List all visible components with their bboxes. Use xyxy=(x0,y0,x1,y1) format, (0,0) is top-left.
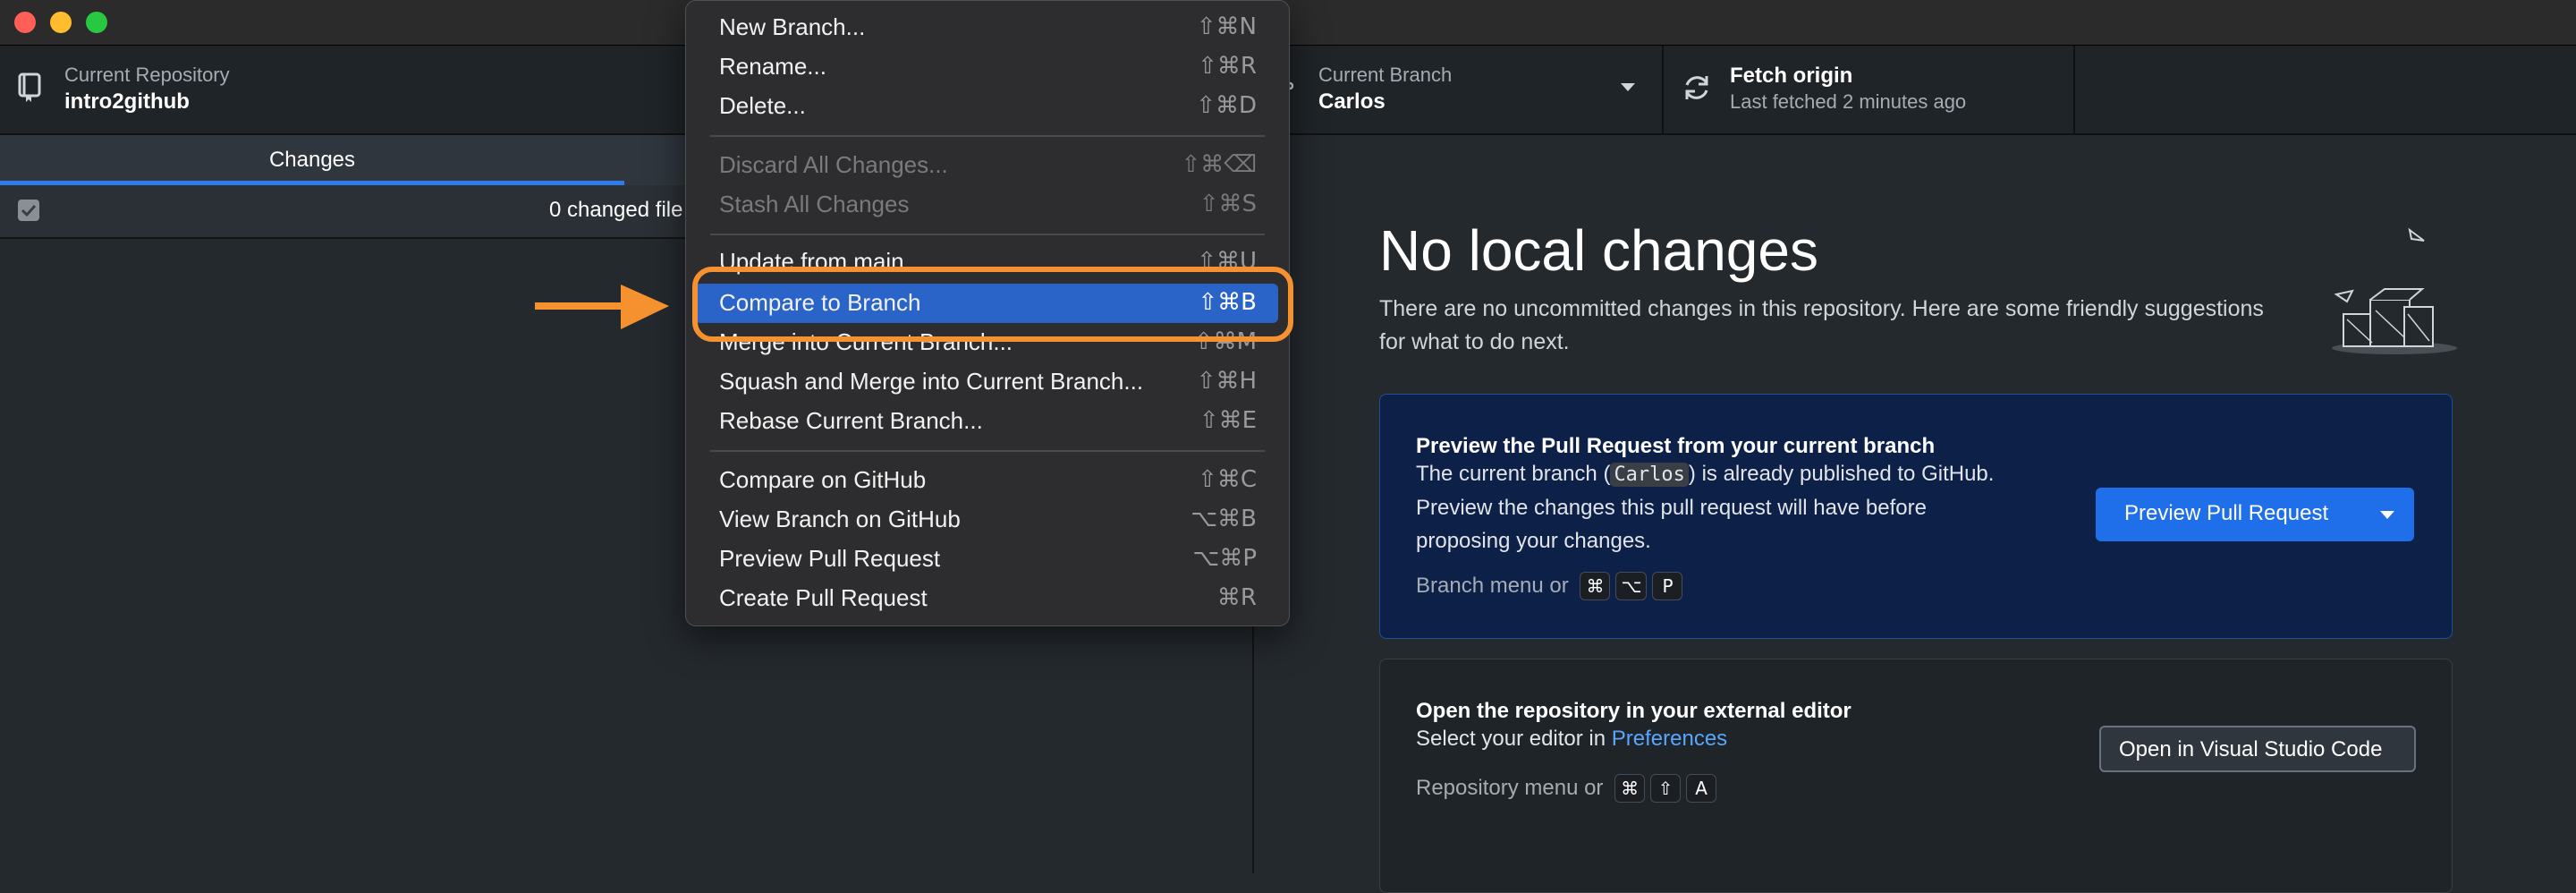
open-editor-card: Open the repository in your external edi… xyxy=(1379,659,2453,893)
empty-state-illustration xyxy=(2332,227,2457,354)
current-branch-selector[interactable]: Current Branch Carlos xyxy=(1254,46,1664,133)
checkmark-icon xyxy=(21,204,37,217)
current-repository-selector[interactable]: Current Repository intro2github xyxy=(0,46,680,133)
menu-item-stash-all-changes: Stash All Changes ⇧⌘S xyxy=(719,191,1257,217)
menu-item-delete[interactable]: Delete... ⇧⌘D xyxy=(695,89,1278,124)
menu-item-rebase-current-branch[interactable]: Rebase Current Branch... ⇧⌘E xyxy=(695,404,1278,439)
open-editor-card-text: Select your editor in Preferences xyxy=(1416,722,1727,755)
highlight-callout-box xyxy=(692,267,1293,342)
option-key: ⌥ xyxy=(1615,572,1648,600)
menu-item-squash-and-merge[interactable]: Squash and Merge into Current Branch... ⇧… xyxy=(695,364,1278,400)
fetch-origin-button[interactable]: Fetch origin Last fetched 2 minutes ago xyxy=(1664,46,2075,133)
repository-menu-hint: Repository menu or ⌘ ⇧ A xyxy=(1416,774,1717,803)
pull-request-text-start: The current branch ( xyxy=(1416,462,1611,486)
main-content: No local changes There are no uncommitte… xyxy=(1254,135,2576,893)
a-key: A xyxy=(1686,774,1717,803)
pull-request-text-end: ) is already published to GitHub. xyxy=(1688,462,1995,486)
preview-pull-request-button[interactable]: Preview Pull Request xyxy=(2096,488,2414,541)
page-title: No local changes xyxy=(1379,218,1818,283)
close-window-button[interactable] xyxy=(14,12,36,33)
tab-changes[interactable]: Changes xyxy=(0,135,624,185)
menu-item-view-branch-on-github[interactable]: View Branch on GitHub ⌥⌘B xyxy=(695,502,1278,538)
menu-separator xyxy=(710,234,1265,235)
minimize-window-button[interactable] xyxy=(50,12,72,33)
pull-request-card-text: The current branch (Carlos) is already p… xyxy=(1416,457,2114,557)
current-branch-label: Current Branch xyxy=(1318,64,1453,86)
pull-request-text-line3: proposing your changes. xyxy=(1416,529,1651,553)
command-key: ⌘ xyxy=(1614,774,1646,803)
repository-menu-hint-text: Repository menu or xyxy=(1416,776,1604,800)
branch-menu-hint-text: Branch menu or xyxy=(1416,574,1569,598)
current-branch-name: Carlos xyxy=(1318,89,1385,114)
fetch-origin-title: Fetch origin xyxy=(1730,64,1853,88)
last-fetched-text: Last fetched 2 minutes ago xyxy=(1730,90,1967,113)
sync-icon xyxy=(1685,76,1708,99)
menu-item-rename[interactable]: Rename... ⇧⌘R xyxy=(695,49,1278,85)
chevron-down-icon xyxy=(1621,83,1635,91)
current-repository-label: Current Repository xyxy=(64,64,230,86)
preview-pull-request-card: Preview the Pull Request from your curre… xyxy=(1379,394,2453,639)
current-repository-name: intro2github xyxy=(64,89,190,114)
zoom-window-button[interactable] xyxy=(86,12,107,33)
branch-menu-hint: Branch menu or ⌘ ⌥ P xyxy=(1416,572,1683,600)
open-editor-card-title: Open the repository in your external edi… xyxy=(1416,699,1852,723)
open-in-vscode-button[interactable]: Open in Visual Studio Code xyxy=(2099,726,2416,772)
menu-item-create-pull-request[interactable]: Create Pull Request ⌘R xyxy=(695,581,1278,617)
preview-pull-request-button-label: Preview Pull Request xyxy=(2124,501,2329,525)
menu-item-discard-all-changes: Discard All Changes... ⇧⌘⌫ xyxy=(719,151,1257,178)
select-all-checkbox[interactable] xyxy=(18,200,39,221)
chevron-down-icon[interactable] xyxy=(2380,511,2394,519)
menu-item-new-branch[interactable]: New Branch... ⇧⌘N xyxy=(695,10,1278,46)
menu-separator xyxy=(710,135,1265,137)
preferences-link[interactable]: Preferences xyxy=(1612,727,1727,751)
menu-item-compare-on-github[interactable]: Compare on GitHub ⇧⌘C xyxy=(695,463,1278,498)
menu-separator xyxy=(710,450,1265,452)
p-key: P xyxy=(1652,572,1683,600)
select-editor-text: Select your editor in xyxy=(1416,727,1606,751)
pull-request-card-title: Preview the Pull Request from your curre… xyxy=(1416,434,1936,458)
repository-icon xyxy=(18,72,41,102)
pull-request-text-line2: Preview the changes this pull request wi… xyxy=(1416,496,1927,520)
no-changes-description: There are no uncommitted changes in this… xyxy=(1379,296,2264,354)
changed-files-count: 0 changed file xyxy=(549,198,683,222)
open-in-vscode-button-label: Open in Visual Studio Code xyxy=(2119,737,2383,761)
shift-key: ⇧ xyxy=(1650,774,1682,803)
arrow-right-icon xyxy=(535,285,669,329)
branch-name-code: Carlos xyxy=(1610,463,1689,487)
menu-item-preview-pull-request[interactable]: Preview Pull Request ⌥⌘P xyxy=(695,541,1278,577)
command-key: ⌘ xyxy=(1580,572,1611,600)
